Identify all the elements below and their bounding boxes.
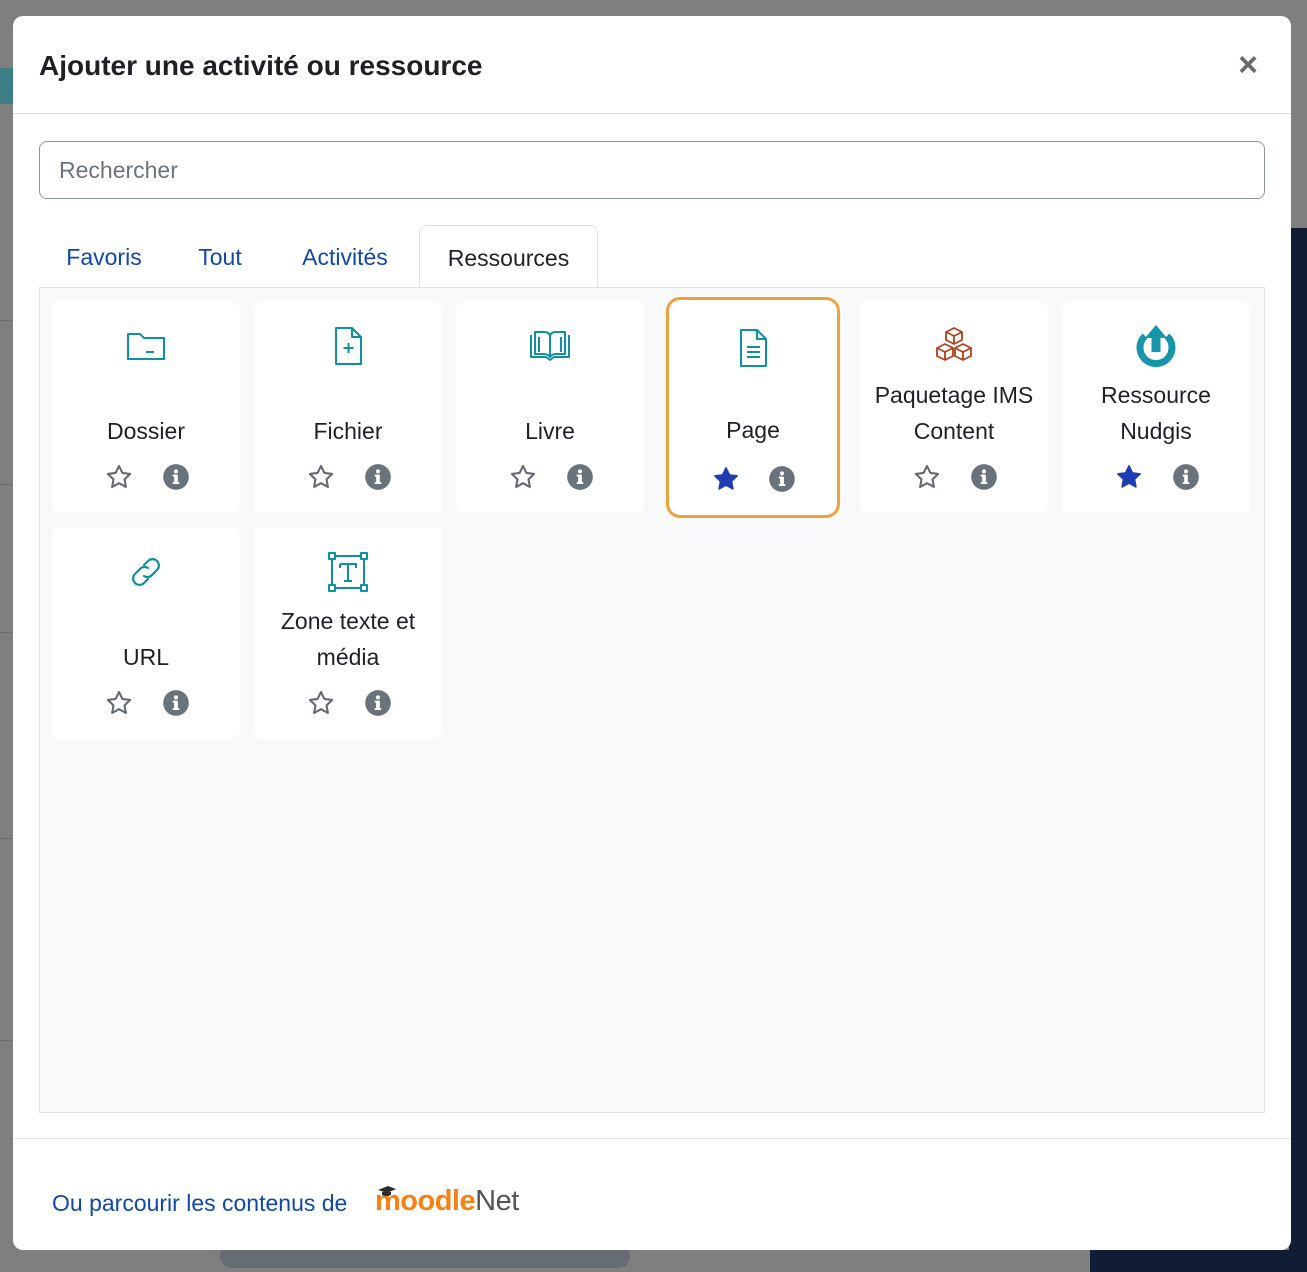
resource-card-ims-content[interactable]: Paquetage IMS Content [860,301,1048,513]
modal-footer: Ou parcourir les contenus de moodleNet [13,1138,1291,1250]
text-area-icon [325,549,371,595]
modal-title: Ajouter une activité ou ressource [39,50,483,81]
folder-icon [123,323,169,369]
resource-card-page[interactable]: Page [666,297,840,518]
star-outline-icon[interactable] [509,463,537,491]
resource-label: Dossier [107,418,185,444]
info-icon[interactable] [364,463,392,491]
info-icon[interactable] [970,463,998,491]
resource-label: Livre [525,418,575,444]
tab-favorites[interactable]: Favoris [39,225,169,288]
info-icon[interactable] [768,465,796,493]
add-activity-modal: Ajouter une activité ou ressource × Favo… [13,16,1291,1250]
star-filled-icon[interactable] [712,465,740,493]
background-divider [0,1040,14,1041]
resource-card-dossier[interactable]: Dossier [52,301,240,513]
file-add-icon [325,323,371,369]
info-icon[interactable] [1172,463,1200,491]
star-outline-icon[interactable] [307,689,335,717]
tab-resources[interactable]: Ressources [419,225,598,289]
star-outline-icon[interactable] [105,689,133,717]
background-divider [0,632,14,633]
tab-all[interactable]: Tout [169,225,271,288]
resource-card-fichier[interactable]: Fichier [254,301,442,513]
resource-label: URL [122,644,169,670]
tab-activities[interactable]: Activités [271,225,419,288]
resource-label: Paquetage IMS Content [874,382,1034,444]
background-banner [0,68,14,104]
star-outline-icon[interactable] [307,463,335,491]
star-outline-icon[interactable] [913,463,941,491]
boxes-icon [931,323,977,369]
logo-net-text: Net [475,1185,519,1217]
background-side-panel [1289,228,1307,1272]
resource-card-text-media[interactable]: Zone texte et média [254,527,442,739]
star-outline-icon[interactable] [105,463,133,491]
info-icon[interactable] [364,689,392,717]
resource-label: Fichier [313,418,383,444]
close-button[interactable]: × [1235,48,1261,82]
info-icon[interactable] [566,463,594,491]
background-side-panel-bottom [1090,1250,1307,1272]
search-input[interactable] [39,141,1265,199]
nudgis-icon [1131,319,1181,369]
resource-label: Zone texte et média [280,608,416,670]
resource-card-url[interactable]: URL [52,527,240,739]
star-filled-icon[interactable] [1115,463,1143,491]
tab-bar: Favoris Tout Activités Ressources [39,225,1265,289]
background-divider [0,320,14,321]
info-icon[interactable] [162,689,190,717]
info-icon[interactable] [162,463,190,491]
page-icon [730,325,776,371]
book-icon [527,323,573,369]
background-divider [0,484,14,485]
resource-card-livre[interactable]: Livre [456,301,644,513]
resource-label: Page [726,417,780,443]
link-icon [123,549,169,595]
search-box [39,141,1265,199]
resource-label: Ressource Nudgis [1101,382,1211,444]
modal-header: Ajouter une activité ou ressource × [13,16,1291,114]
close-icon: × [1238,46,1258,84]
moodlenet-logo[interactable]: moodleNet [375,1183,519,1219]
resource-grid: Dossier Fichier Livre Page Paquetage IMS… [39,287,1265,1113]
background-divider [0,838,14,839]
moodlenet-link[interactable]: Ou parcourir les contenus de [52,1187,347,1219]
graduation-cap-icon [378,1186,396,1196]
resource-card-nudgis[interactable]: Ressource Nudgis [1062,301,1250,513]
